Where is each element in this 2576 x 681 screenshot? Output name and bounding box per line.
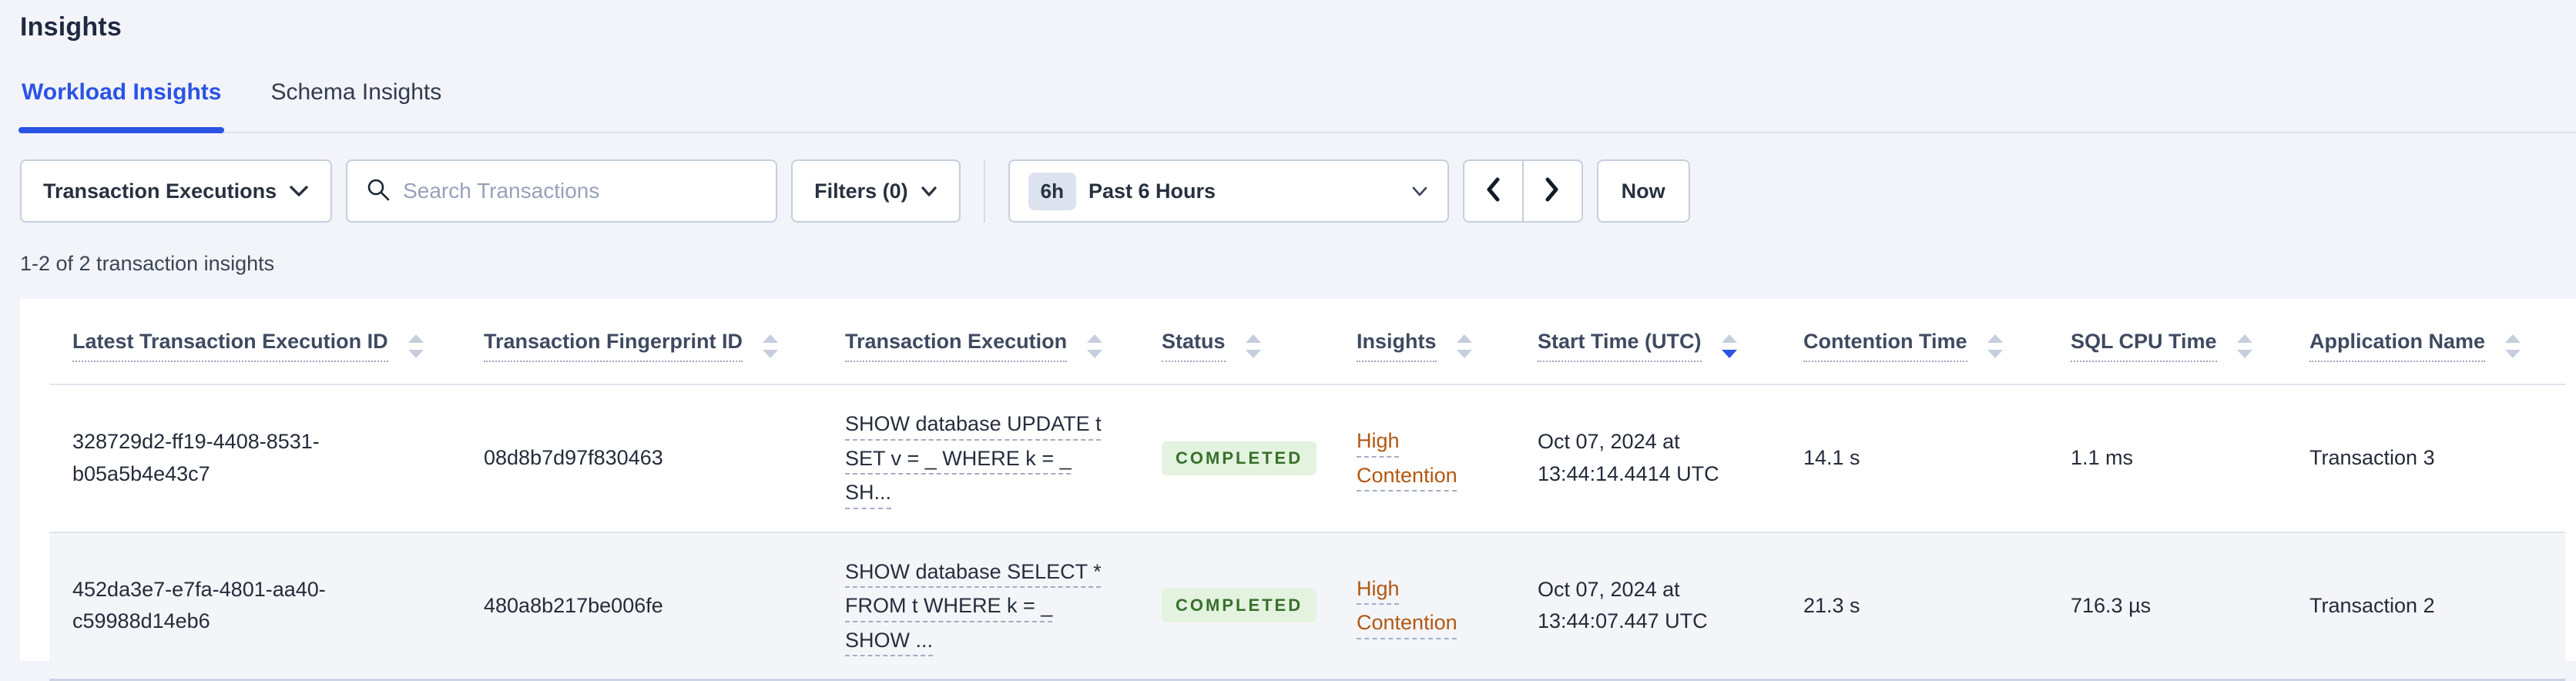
sort-arrows-icon[interactable] xyxy=(1987,334,2003,358)
column-header-fingerprint-id[interactable]: Transaction Fingerprint ID xyxy=(484,330,779,362)
time-range-label: Past 6 Hours xyxy=(1088,179,1216,203)
search-input[interactable] xyxy=(403,179,758,203)
insights-cell: High Contention xyxy=(1333,384,1514,532)
search-box[interactable] xyxy=(346,159,778,223)
sort-arrows-icon[interactable] xyxy=(1245,334,1261,358)
application-name-cell: Transaction 2 xyxy=(2286,531,2565,681)
column-header-insights[interactable]: Insights xyxy=(1357,330,1472,362)
status-cell: COMPLETED xyxy=(1139,384,1333,532)
tab-bar: Workload Insights Schema Insights xyxy=(18,78,2576,133)
search-icon xyxy=(366,177,391,206)
sql-cpu-time-cell: 716.3 µs xyxy=(2048,531,2286,681)
status-badge: COMPLETED xyxy=(1162,441,1317,475)
insight-link[interactable]: High Contention xyxy=(1357,577,1457,635)
start-time-cell: Oct 07, 2024 at 13:44:07.447 UTC xyxy=(1514,531,1780,681)
sort-arrows-icon[interactable] xyxy=(2236,334,2252,358)
tab-workload-insights[interactable]: Workload Insights xyxy=(18,78,225,133)
column-header-contention-time[interactable]: Contention Time xyxy=(1803,330,2003,362)
insights-cell: High Contention xyxy=(1333,531,1514,681)
chevron-left-icon xyxy=(1484,176,1501,206)
insights-table-card: Latest Transaction Execution ID Transact… xyxy=(20,299,2576,681)
filters-label: Filters (0) xyxy=(814,179,908,203)
status-cell: COMPLETED xyxy=(1139,531,1333,681)
now-button[interactable]: Now xyxy=(1596,159,1690,223)
execution-id-cell: 328729d2-ff19-4408-8531-b05a5b4e43c7 xyxy=(49,384,461,532)
time-range-badge: 6h xyxy=(1028,172,1076,210)
contention-time-cell: 21.3 s xyxy=(1780,531,2048,681)
chevron-down-icon xyxy=(1410,179,1429,203)
page-title: Insights xyxy=(20,12,122,42)
transaction-execution-cell: SHOW database SELECT * FROM t WHERE k = … xyxy=(822,531,1139,681)
transaction-execution-link[interactable]: SHOW database UPDATE t SET v = _ WHERE k… xyxy=(845,412,1102,504)
time-range-arrows xyxy=(1462,159,1583,223)
contention-time-cell: 14.1 s xyxy=(1780,384,2048,532)
insights-table: Latest Transaction Execution ID Transact… xyxy=(49,299,2565,681)
insight-link[interactable]: High Contention xyxy=(1357,429,1457,487)
time-range-picker[interactable]: 6h Past 6 Hours xyxy=(1008,159,1449,223)
next-range-button[interactable] xyxy=(1522,159,1583,223)
chevron-down-icon xyxy=(289,179,309,203)
column-header-start-time[interactable]: Start Time (UTC) xyxy=(1538,330,1737,362)
sql-cpu-time-cell: 1.1 ms xyxy=(2048,384,2286,532)
chevron-down-icon xyxy=(921,179,937,203)
fingerprint-id-cell: 480a8b217be006fe xyxy=(461,531,822,681)
toolbar-divider xyxy=(983,159,985,223)
column-header-sql-cpu-time[interactable]: SQL CPU Time xyxy=(2071,330,2252,362)
sort-arrows-icon[interactable] xyxy=(1721,334,1737,358)
status-badge: COMPLETED xyxy=(1162,589,1317,623)
start-time-cell: Oct 07, 2024 at 13:44:14.4414 UTC xyxy=(1514,384,1780,532)
table-row: 328729d2-ff19-4408-8531-b05a5b4e43c7 08d… xyxy=(49,384,2565,532)
table-row: 452da3e7-e7fa-4801-aa40-c59988d14eb6 480… xyxy=(49,531,2565,681)
sort-arrows-icon[interactable] xyxy=(763,334,779,358)
column-header-status[interactable]: Status xyxy=(1162,330,1261,362)
column-header-transaction-execution[interactable]: Transaction Execution xyxy=(845,330,1103,362)
transaction-execution-link[interactable]: SHOW database SELECT * FROM t WHERE k = … xyxy=(845,560,1102,652)
application-name-cell: Transaction 3 xyxy=(2286,384,2565,532)
results-count: 1-2 of 2 transaction insights xyxy=(20,252,275,275)
column-header-execution-id[interactable]: Latest Transaction Execution ID xyxy=(72,330,424,362)
filters-dropdown[interactable]: Filters (0) xyxy=(791,159,961,223)
view-type-dropdown[interactable]: Transaction Executions xyxy=(20,159,333,223)
prev-range-button[interactable] xyxy=(1462,159,1523,223)
tab-schema-insights[interactable]: Schema Insights xyxy=(269,78,443,132)
view-type-label: Transaction Executions xyxy=(43,179,277,203)
sort-arrows-icon[interactable] xyxy=(2505,334,2521,358)
table-header-row: Latest Transaction Execution ID Transact… xyxy=(49,299,2565,384)
execution-id-cell: 452da3e7-e7fa-4801-aa40-c59988d14eb6 xyxy=(49,531,461,681)
sort-arrows-icon[interactable] xyxy=(1456,334,1472,358)
column-header-application-name[interactable]: Application Name xyxy=(2309,330,2521,362)
transaction-execution-cell: SHOW database UPDATE t SET v = _ WHERE k… xyxy=(822,384,1139,532)
toolbar: Transaction Executions Filters (0) 6h Pa… xyxy=(20,159,2576,223)
page-header: Insights xyxy=(0,0,2576,42)
fingerprint-id-cell: 08d8b7d97f830463 xyxy=(461,384,822,532)
sort-arrows-icon[interactable] xyxy=(1087,334,1103,358)
chevron-right-icon xyxy=(1544,176,1561,206)
sort-arrows-icon[interactable] xyxy=(408,334,424,358)
